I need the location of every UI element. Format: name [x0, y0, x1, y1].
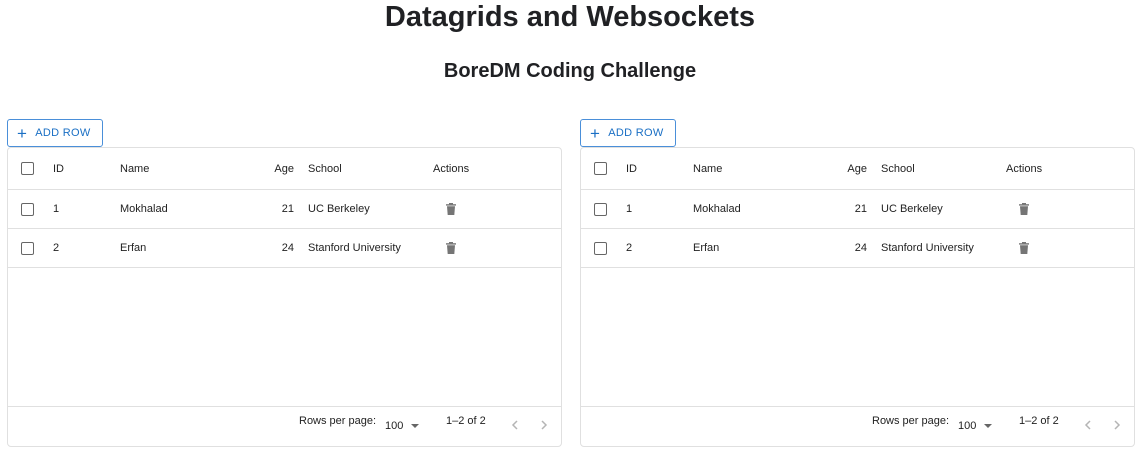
cell-school[interactable]: UC Berkeley — [881, 190, 943, 228]
cell-id[interactable]: 1 — [626, 190, 632, 228]
cell-age[interactable]: 21 — [238, 190, 294, 228]
row-checkbox[interactable] — [21, 202, 34, 216]
column-header-school[interactable]: School — [308, 148, 342, 189]
cell-id[interactable]: 1 — [53, 190, 59, 228]
add-row-button[interactable]: + ADD ROW — [7, 119, 103, 147]
page-title: Datagrids and Websockets — [384, 1, 756, 33]
column-header-name[interactable]: Name — [693, 148, 722, 189]
caret-down-icon — [411, 424, 420, 428]
pagination-range: 1–2 of 2 — [1019, 415, 1059, 427]
trash-icon[interactable] — [1019, 242, 1029, 254]
select-all-checkbox[interactable] — [594, 162, 607, 175]
trash-icon[interactable] — [446, 203, 456, 215]
rows-per-page-label: Rows per page: — [872, 415, 950, 427]
column-header-age[interactable]: Age — [238, 148, 294, 189]
grid-footer: Rows per page: 100 1–2 of 2 — [8, 406, 561, 446]
trash-icon[interactable] — [1019, 203, 1029, 215]
cell-name[interactable]: Mokhalad — [120, 190, 168, 228]
chevron-left-icon[interactable] — [508, 418, 522, 432]
cell-age[interactable]: 21 — [811, 190, 867, 228]
cell-name[interactable]: Erfan — [693, 229, 719, 267]
grid-header-row: ID Name Age School Actions — [8, 148, 561, 190]
rows-per-page-select[interactable]: 100 — [958, 420, 993, 432]
cell-age[interactable]: 24 — [811, 229, 867, 267]
table-row[interactable]: 2 Erfan 24 Stanford University — [581, 229, 1134, 268]
table-row[interactable]: 1 Mokhalad 21 UC Berkeley — [581, 190, 1134, 229]
rows-per-page-value: 100 — [958, 420, 977, 432]
trash-icon[interactable] — [446, 242, 456, 254]
cell-name[interactable]: Erfan — [120, 229, 146, 267]
datagrid: ID Name Age School Actions 1 Mokhalad 21… — [7, 147, 562, 447]
cell-school[interactable]: Stanford University — [308, 229, 401, 267]
plus-icon: + — [17, 123, 28, 143]
row-checkbox[interactable] — [594, 202, 607, 216]
datagrid-panel-left: + ADD ROW ID Name Age School Actions 1 M… — [7, 119, 562, 447]
chevron-right-icon[interactable] — [1110, 418, 1124, 432]
row-checkbox[interactable] — [594, 241, 607, 255]
column-header-actions: Actions — [1006, 162, 1043, 175]
column-header-name[interactable]: Name — [120, 148, 149, 189]
column-header-id[interactable]: ID — [53, 148, 64, 189]
add-row-button[interactable]: + ADD ROW — [580, 119, 676, 147]
datagrid-panel-right: + ADD ROW ID Name Age School Actions 1 M… — [580, 119, 1135, 447]
grid-header-row: ID Name Age School Actions — [581, 148, 1134, 190]
table-row[interactable]: 2 Erfan 24 Stanford University — [8, 229, 561, 268]
cell-school[interactable]: UC Berkeley — [308, 190, 370, 228]
column-header-school[interactable]: School — [881, 148, 915, 189]
rows-per-page-value: 100 — [385, 420, 404, 432]
cell-id[interactable]: 2 — [626, 229, 632, 267]
column-header-age[interactable]: Age — [811, 148, 867, 189]
select-all-checkbox[interactable] — [21, 162, 34, 175]
cell-id[interactable]: 2 — [53, 229, 59, 267]
rows-per-page-select[interactable]: 100 — [385, 420, 420, 432]
add-row-label: ADD ROW — [608, 127, 664, 139]
pagination-range: 1–2 of 2 — [446, 415, 486, 427]
page-subtitle: BoreDM Coding Challenge — [443, 60, 697, 82]
caret-down-icon — [984, 424, 993, 428]
grid-footer: Rows per page: 100 1–2 of 2 — [581, 406, 1134, 446]
row-checkbox[interactable] — [21, 241, 34, 255]
add-row-label: ADD ROW — [35, 127, 91, 139]
table-row[interactable]: 1 Mokhalad 21 UC Berkeley — [8, 190, 561, 229]
cell-school[interactable]: Stanford University — [881, 229, 974, 267]
plus-icon: + — [590, 123, 601, 143]
rows-per-page-label: Rows per page: — [299, 415, 377, 427]
chevron-right-icon[interactable] — [537, 418, 551, 432]
cell-age[interactable]: 24 — [238, 229, 294, 267]
cell-name[interactable]: Mokhalad — [693, 190, 741, 228]
column-header-id[interactable]: ID — [626, 148, 637, 189]
column-header-actions: Actions — [433, 162, 470, 175]
chevron-left-icon[interactable] — [1081, 418, 1095, 432]
datagrid: ID Name Age School Actions 1 Mokhalad 21… — [580, 147, 1135, 447]
